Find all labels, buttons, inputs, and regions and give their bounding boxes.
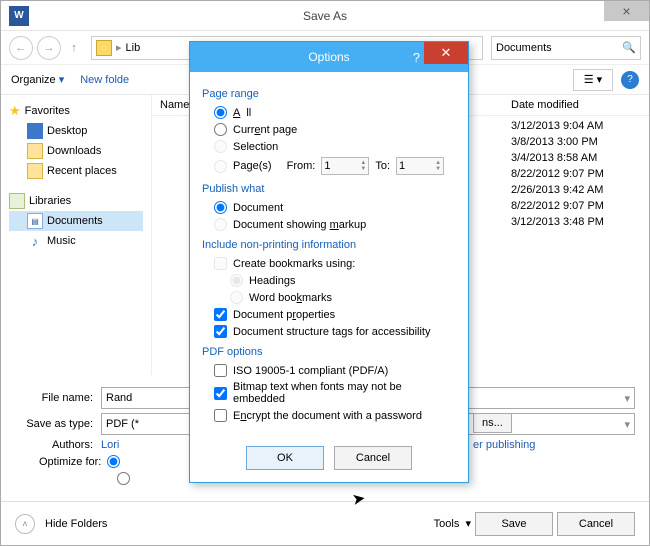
search-placeholder: Documents bbox=[496, 42, 552, 54]
after-publish-link[interactable]: er publishing bbox=[473, 439, 535, 451]
dialog-titlebar: Options ? ✕ bbox=[190, 42, 468, 72]
page-range-label: Page range bbox=[202, 88, 456, 100]
filename-label: File name: bbox=[15, 392, 93, 404]
sidebar: ★Favorites Desktop Downloads Recent plac… bbox=[1, 95, 151, 375]
iso-compliant[interactable]: ISO 19005-1 compliant (PDF/A) bbox=[202, 362, 456, 379]
document-icon: ▤ bbox=[27, 213, 43, 229]
sidebar-item-downloads[interactable]: Downloads bbox=[9, 141, 143, 161]
libraries-group[interactable]: Libraries bbox=[9, 191, 143, 211]
publish-document[interactable]: Document bbox=[202, 199, 456, 216]
authors-label: Authors: bbox=[15, 439, 93, 451]
pdf-options-label: PDF options bbox=[202, 346, 456, 358]
music-icon: ♪ bbox=[27, 233, 43, 249]
library-icon bbox=[9, 193, 25, 209]
optimize-radio-standard[interactable] bbox=[107, 455, 120, 468]
nonprint-label: Include non-printing information bbox=[202, 239, 456, 251]
dialog-help-icon[interactable]: ? bbox=[413, 50, 420, 65]
help-icon[interactable]: ? bbox=[621, 71, 639, 89]
sidebar-item-desktop[interactable]: Desktop bbox=[9, 121, 143, 141]
publish-label: Publish what bbox=[202, 183, 456, 195]
from-spinner: 1▲▼ bbox=[321, 157, 369, 175]
folder-icon bbox=[27, 163, 43, 179]
dialog-close-icon[interactable]: ✕ bbox=[424, 42, 468, 64]
options-dialog: Options ? ✕ Page range All Current page … bbox=[189, 41, 469, 483]
page-range-all[interactable]: All bbox=[202, 104, 456, 121]
page-range-current[interactable]: Current page bbox=[202, 121, 456, 138]
options-button[interactable]: ns... bbox=[473, 413, 512, 433]
optimize-label: Optimize for: bbox=[39, 456, 101, 468]
organize-menu[interactable]: Organize ▾ bbox=[11, 73, 64, 86]
folder-icon bbox=[96, 40, 112, 56]
search-input[interactable]: Documents 🔍 bbox=[491, 36, 641, 60]
dialog-cancel-button[interactable]: Cancel bbox=[334, 446, 412, 470]
sidebar-item-documents[interactable]: ▤Documents bbox=[9, 211, 143, 231]
back-button[interactable]: ← bbox=[9, 36, 33, 60]
col-date[interactable]: Date modified bbox=[511, 99, 641, 111]
sidebar-item-recent[interactable]: Recent places bbox=[9, 161, 143, 181]
doc-structure-tags[interactable]: Document structure tags for accessibilit… bbox=[202, 323, 456, 340]
bitmap-text[interactable]: Bitmap text when fonts may not be embedd… bbox=[202, 379, 456, 407]
encrypt-pdf[interactable]: Encrypt the document with a password bbox=[202, 407, 456, 424]
bookmarks-word: Word bookmarks bbox=[202, 289, 456, 306]
doc-properties[interactable]: Document properties bbox=[202, 306, 456, 323]
footer: ˄ Hide Folders Tools ▾ Save Cancel bbox=[1, 501, 649, 545]
ok-button[interactable]: OK bbox=[246, 446, 324, 470]
titlebar: W Save As × bbox=[1, 1, 649, 31]
savetype-label: Save as type: bbox=[15, 418, 93, 430]
forward-button[interactable]: → bbox=[37, 36, 61, 60]
up-button[interactable]: ↑ bbox=[65, 39, 83, 57]
to-spinner: 1▲▼ bbox=[396, 157, 444, 175]
word-icon: W bbox=[9, 6, 29, 26]
search-icon: 🔍 bbox=[622, 41, 636, 54]
authors-value[interactable]: Lori bbox=[101, 439, 119, 451]
dialog-title: Options bbox=[308, 50, 349, 64]
optimize-radio-minimum[interactable] bbox=[117, 472, 130, 485]
favorites-group[interactable]: ★Favorites bbox=[9, 101, 143, 121]
hide-folders-link[interactable]: Hide Folders bbox=[45, 518, 107, 530]
publish-markup: Document showing markup bbox=[202, 216, 456, 233]
close-icon[interactable]: × bbox=[604, 1, 649, 21]
new-folder-button[interactable]: New folde bbox=[80, 74, 129, 86]
page-range-pages: Page(s) From: 1▲▼ To: 1▲▼ bbox=[202, 155, 456, 177]
address-text: Lib bbox=[126, 42, 141, 54]
tools-menu[interactable]: Tools ▾ bbox=[434, 517, 471, 530]
save-button[interactable]: Save bbox=[475, 512, 553, 536]
bookmarks-headings: Headings bbox=[202, 272, 456, 289]
desktop-icon bbox=[27, 123, 43, 139]
window-title: Save As bbox=[303, 9, 347, 23]
create-bookmarks: Create bookmarks using: bbox=[202, 255, 456, 272]
chevron-up-icon[interactable]: ˄ bbox=[15, 514, 35, 534]
cancel-button[interactable]: Cancel bbox=[557, 512, 635, 536]
folder-icon bbox=[27, 143, 43, 159]
page-range-selection: Selection bbox=[202, 138, 456, 155]
sidebar-item-music[interactable]: ♪Music bbox=[9, 231, 143, 251]
star-icon: ★ bbox=[9, 103, 21, 119]
view-button[interactable]: ☰ ▾ bbox=[573, 69, 613, 91]
